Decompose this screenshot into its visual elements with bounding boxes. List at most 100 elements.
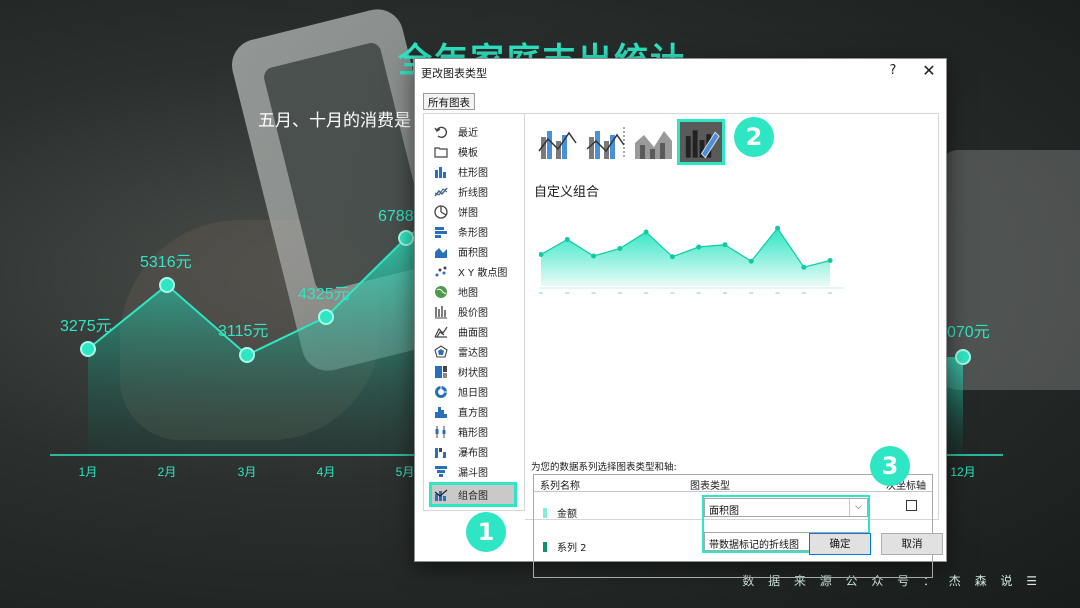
combo-subtype-custom[interactable] — [677, 119, 725, 165]
header-series-name: 系列名称 — [540, 481, 580, 492]
preview-tick — [828, 292, 833, 294]
preview-tick — [591, 292, 596, 294]
template-folder-icon — [434, 146, 448, 158]
chart-type-label: 模板 — [458, 148, 478, 159]
combo-subtype-clustered-line-secondary[interactable] — [583, 122, 626, 162]
help-button[interactable]: ? — [885, 63, 901, 78]
chart-type-label: 瀑布图 — [458, 448, 488, 459]
clustered-column-line-secondary-icon — [586, 127, 625, 159]
step-badge-1: 1 — [466, 512, 506, 552]
preview-point — [827, 258, 833, 263]
recent-icon — [434, 126, 448, 138]
header-divider — [534, 491, 932, 492]
series-name: 系列 2 — [557, 543, 587, 554]
pie-chart-icon — [434, 204, 448, 219]
line-chart-icon — [434, 187, 448, 196]
combo-subtype-clustered-line[interactable] — [535, 122, 578, 162]
custom-combo-heading: 自定义组合 — [534, 185, 600, 200]
chart-type-label: 雷达图 — [458, 348, 488, 359]
chart-type-pie[interactable]: 饼图 — [434, 202, 520, 221]
chart-type-stock[interactable]: 股价图 — [434, 302, 520, 321]
chart-type-histogram[interactable]: 直方图 — [434, 402, 520, 421]
chart-type-label: 旭日图 — [458, 388, 488, 399]
close-button[interactable]: ✕ — [919, 61, 939, 80]
preview-point — [696, 244, 702, 250]
chart-type-label: 组合图 — [458, 491, 488, 502]
value-label: 5316元 — [140, 254, 192, 271]
bar-chart-icon — [435, 226, 447, 238]
series-color-swatch — [543, 541, 547, 552]
radar-chart-icon — [434, 344, 448, 358]
preview-tick — [644, 292, 649, 294]
stock-chart-icon — [435, 305, 447, 318]
series-color-swatch — [543, 507, 547, 518]
combo-subtype-stacked-area-column[interactable] — [631, 122, 674, 162]
value-label: 3115元 — [218, 323, 268, 340]
chart-type-area[interactable]: 面积图 — [434, 242, 520, 261]
step-badge-3: 3 — [870, 446, 910, 486]
preview-tick — [801, 292, 806, 294]
box-whisker-chart-icon — [435, 425, 446, 438]
chart-type-label: 曲面图 — [458, 328, 488, 339]
chart-type-surface[interactable]: 曲面图 — [434, 322, 520, 341]
step-badge-2: 2 — [734, 117, 774, 157]
series-instruction: 为您的数据系列选择图表类型和轴: — [531, 462, 677, 473]
chart-type-label: 柱形图 — [458, 168, 488, 179]
funnel-chart-icon — [435, 465, 447, 477]
value-label: 4325元 — [298, 286, 350, 303]
month-label: 2月 — [158, 465, 177, 479]
chart-type-label: 漏斗图 — [458, 468, 488, 479]
series-row-series2: 系列 2 — [543, 539, 587, 554]
chart-type-bar[interactable]: 条形图 — [434, 222, 520, 241]
chart-type-template[interactable]: 模板 — [434, 142, 520, 161]
change-chart-type-dialog: 更改图表类型 ? ✕ 所有图表 最近 模板 柱形图 折线图 饼图 条形图 面积图… — [414, 58, 947, 578]
preview-point — [722, 242, 728, 248]
dialog-titlebar: 更改图表类型 ? ✕ — [415, 59, 946, 85]
slide-subtitle: 五月、十月的消费是 — [258, 111, 411, 131]
chart-type-label: X Y 散点图 — [458, 268, 508, 279]
chart-type-label: 折线图 — [458, 188, 488, 199]
preview-tick — [617, 292, 622, 294]
data-point — [80, 341, 96, 357]
header-chart-type: 图表类型 — [690, 481, 730, 492]
series-1-secondary-axis-checkbox[interactable] — [906, 500, 917, 511]
chart-type-combo[interactable]: 组合图 — [429, 482, 517, 507]
area-fill — [88, 238, 420, 455]
histogram-chart-icon — [435, 406, 447, 418]
preview-point — [591, 253, 597, 259]
chart-type-label: 箱形图 — [458, 428, 488, 439]
preview-tick — [565, 292, 570, 294]
chart-type-box-whisker[interactable]: 箱形图 — [434, 422, 520, 441]
chart-type-line[interactable]: 折线图 — [434, 182, 520, 201]
chart-type-column[interactable]: 柱形图 — [434, 162, 520, 181]
value-label: 070元 — [947, 324, 990, 341]
value-label: 3275元 — [60, 318, 112, 335]
series-table: 系列名称 图表类型 次坐标轴 金额 面积图 ⌵ 系列 2 带数据标记的折线图 ⌵ — [533, 474, 933, 578]
chart-type-label: 地图 — [458, 288, 478, 299]
chart-type-sunburst[interactable]: 旭日图 — [434, 382, 520, 401]
preview-point — [643, 229, 649, 235]
preview-point — [669, 254, 675, 260]
clustered-column-line-icon — [538, 131, 577, 159]
tab-all-charts[interactable]: 所有图表 — [423, 93, 475, 110]
area-chart-icon — [435, 247, 447, 258]
ok-button[interactable]: 确定 — [809, 533, 871, 555]
stacked-area-column-icon — [635, 131, 672, 159]
preview-point — [564, 237, 570, 242]
chart-type-waterfall[interactable]: 瀑布图 — [434, 442, 520, 461]
chart-type-funnel[interactable]: 漏斗图 — [434, 462, 520, 481]
preview-tick — [696, 292, 701, 294]
value-label: 6788 — [378, 208, 414, 225]
cancel-button[interactable]: 取消 — [881, 533, 943, 555]
data-point — [159, 277, 175, 293]
chart-type-scatter[interactable]: X Y 散点图 — [434, 262, 520, 281]
dialog-title: 更改图表类型 — [421, 67, 487, 80]
preview-point — [748, 258, 754, 264]
month-label: 1月 — [79, 465, 98, 479]
chart-type-map[interactable]: 地图 — [434, 282, 520, 301]
surface-chart-icon — [434, 326, 448, 338]
chart-type-radar[interactable]: 雷达图 — [434, 342, 520, 361]
chart-type-treemap[interactable]: 树状图 — [434, 362, 520, 381]
chart-type-list: 最近 模板 柱形图 折线图 饼图 条形图 面积图 X Y 散点图 地图 股价图 … — [423, 113, 525, 511]
chart-type-recent[interactable]: 最近 — [434, 122, 520, 141]
